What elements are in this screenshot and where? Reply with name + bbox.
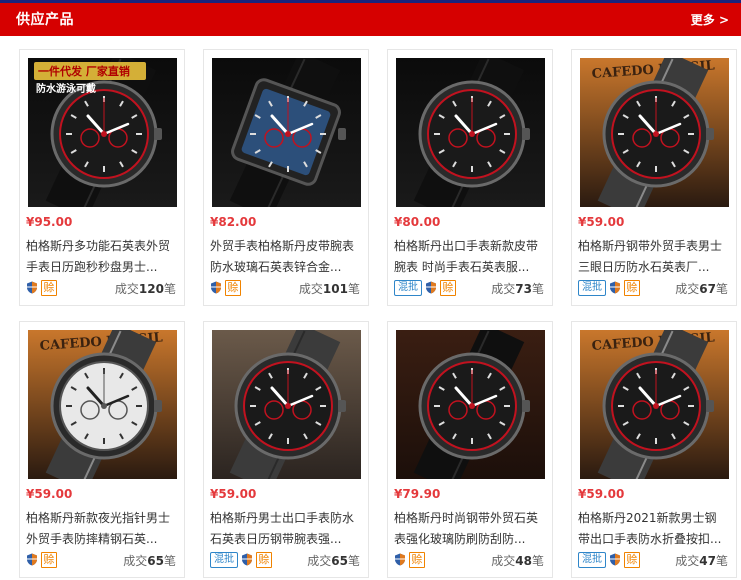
mix-batch-badge: 混批 (578, 280, 606, 296)
sold-prefix: 成交 (123, 554, 148, 568)
product-title[interactable]: 外贸手表柏格斯丹皮带腕表防水玻璃石英表锌合金... (210, 236, 360, 278)
shield-icon (609, 551, 621, 570)
sold-number: 120 (138, 282, 164, 296)
sold-prefix: 成交 (298, 282, 323, 296)
product-title[interactable]: 柏格斯丹男士出口手表防水石英表日历钢带腕表强... (210, 508, 360, 550)
product-image[interactable]: CAFEDO BRASIL (580, 58, 729, 207)
credit-pay-badge: 赊 (440, 280, 456, 296)
sold-prefix: 成交 (307, 554, 332, 568)
product-card[interactable]: CAFEDO BRASIL ¥59.00 柏格斯丹新款夜光指针男士外贸手表防摔精钢石… (19, 321, 185, 578)
svg-text:一件代发 厂家直销: 一件代发 厂家直销 (38, 64, 130, 78)
product-title[interactable]: 柏格斯丹2021新款男士钢带出口手表防水折叠按扣... (578, 508, 728, 550)
shield-icon (26, 551, 38, 570)
badge-group: 混批 赊 (578, 552, 640, 568)
sold-count: 成交65笔 (123, 552, 176, 569)
section-title: 供应产品 (16, 12, 74, 28)
product-card[interactable]: CAFEDO BRASIL ¥59.00 柏格斯丹钢带外贸手表男士三眼日历防水石英表… (571, 49, 737, 306)
sold-count: 成交65笔 (307, 552, 360, 569)
product-price: ¥79.90 (394, 487, 441, 501)
sold-suffix: 笔 (163, 282, 176, 296)
sold-suffix: 笔 (163, 554, 176, 568)
sold-count: 成交67笔 (675, 280, 728, 297)
sold-prefix: 成交 (114, 282, 139, 296)
mix-batch-badge: 混批 (210, 552, 238, 568)
sold-number: 73 (515, 282, 532, 296)
product-title[interactable]: 柏格斯丹新款夜光指针男士外贸手表防摔精钢石英... (26, 508, 176, 550)
sold-suffix: 笔 (531, 554, 544, 568)
product-image[interactable]: CAFEDO BRASIL (28, 330, 177, 479)
sold-suffix: 笔 (347, 282, 360, 296)
credit-pay-badge: 赊 (256, 552, 272, 568)
sold-count: 成交120笔 (115, 280, 176, 297)
product-image[interactable] (212, 58, 361, 207)
credit-pay-badge: 赊 (624, 280, 640, 296)
product-title[interactable]: 柏格斯丹钢带外贸手表男士三眼日历防水石英表厂... (578, 236, 728, 278)
more-link[interactable]: 更多 > (691, 11, 729, 28)
product-card[interactable]: ¥59.00 柏格斯丹男士出口手表防水石英表日历钢带腕表强... 混批 赊 成交65笔 (203, 321, 369, 578)
sold-number: 65 (147, 554, 164, 568)
shield-icon (26, 279, 38, 298)
sold-number: 67 (699, 282, 716, 296)
product-image[interactable] (396, 58, 545, 207)
product-title[interactable]: 柏格斯丹多功能石英表外贸手表日历跑秒秒盘男士... (26, 236, 176, 278)
sold-prefix: 成交 (675, 282, 700, 296)
sold-prefix: 成交 (491, 554, 516, 568)
product-card[interactable]: ¥79.90 柏格斯丹时尚钢带外贸石英表强化玻璃防刷防刮防... 赊 成交48笔 (387, 321, 553, 578)
product-title[interactable]: 柏格斯丹出口手表新款皮带腕表 时尚手表石英表服... (394, 236, 544, 278)
sold-number: 47 (699, 554, 716, 568)
badge-group: 混批 赊 (394, 280, 456, 296)
section-header: 供应产品 更多 > (0, 0, 741, 36)
product-image[interactable] (396, 330, 545, 479)
credit-pay-badge: 赊 (225, 280, 241, 296)
product-price: ¥59.00 (26, 487, 73, 501)
product-card[interactable]: CAFEDO BRASIL ¥59.00 柏格斯丹2021新款男士钢带出口手表防水折… (571, 321, 737, 578)
credit-pay-badge: 赊 (41, 552, 57, 568)
product-grid: 一件代发 厂家直销 防水游泳可戴 ¥95.00 柏格斯丹多功能石英表外贸手表日历跑秒秒… (0, 36, 741, 580)
sold-suffix: 笔 (347, 554, 360, 568)
badge-group: 混批 赊 (578, 280, 640, 296)
credit-pay-badge: 赊 (624, 552, 640, 568)
product-image[interactable]: 一件代发 厂家直销 防水游泳可戴 (28, 58, 177, 207)
sold-count: 成交47笔 (675, 552, 728, 569)
product-price: ¥80.00 (394, 215, 441, 229)
shield-icon (241, 551, 253, 570)
credit-pay-badge: 赊 (409, 552, 425, 568)
badge-group: 赊 (26, 280, 57, 296)
badge-group: 赊 (26, 552, 57, 568)
product-price: ¥82.00 (210, 215, 257, 229)
shield-icon (394, 551, 406, 570)
sold-number: 48 (515, 554, 532, 568)
product-price: ¥95.00 (26, 215, 73, 229)
shield-icon (609, 279, 621, 298)
credit-pay-badge: 赊 (41, 280, 57, 296)
product-title[interactable]: 柏格斯丹时尚钢带外贸石英表强化玻璃防刷防刮防... (394, 508, 544, 550)
product-price: ¥59.00 (210, 487, 257, 501)
sold-count: 成交48笔 (491, 552, 544, 569)
shield-icon (210, 279, 222, 298)
product-card[interactable]: 一件代发 厂家直销 防水游泳可戴 ¥95.00 柏格斯丹多功能石英表外贸手表日历跑秒秒… (19, 49, 185, 306)
sold-count: 成交73笔 (491, 280, 544, 297)
sold-prefix: 成交 (491, 282, 516, 296)
mix-batch-badge: 混批 (578, 552, 606, 568)
sold-number: 101 (322, 282, 348, 296)
shield-icon (425, 279, 437, 298)
product-price: ¥59.00 (578, 487, 625, 501)
sold-suffix: 笔 (715, 282, 728, 296)
badge-group: 赊 (210, 280, 241, 296)
sold-prefix: 成交 (675, 554, 700, 568)
sold-count: 成交101笔 (299, 280, 360, 297)
sold-suffix: 笔 (531, 282, 544, 296)
mix-batch-badge: 混批 (394, 280, 422, 296)
badge-group: 赊 (394, 552, 425, 568)
product-card[interactable]: ¥80.00 柏格斯丹出口手表新款皮带腕表 时尚手表石英表服... 混批 赊 成交73笔 (387, 49, 553, 306)
sold-number: 65 (331, 554, 348, 568)
badge-group: 混批 赊 (210, 552, 272, 568)
product-card[interactable]: ¥82.00 外贸手表柏格斯丹皮带腕表防水玻璃石英表锌合金... 赊 成交101笔 (203, 49, 369, 306)
product-image[interactable] (212, 330, 361, 479)
product-price: ¥59.00 (578, 215, 625, 229)
svg-text:防水游泳可戴: 防水游泳可戴 (36, 82, 96, 95)
sold-suffix: 笔 (715, 554, 728, 568)
product-image[interactable]: CAFEDO BRASIL (580, 330, 729, 479)
